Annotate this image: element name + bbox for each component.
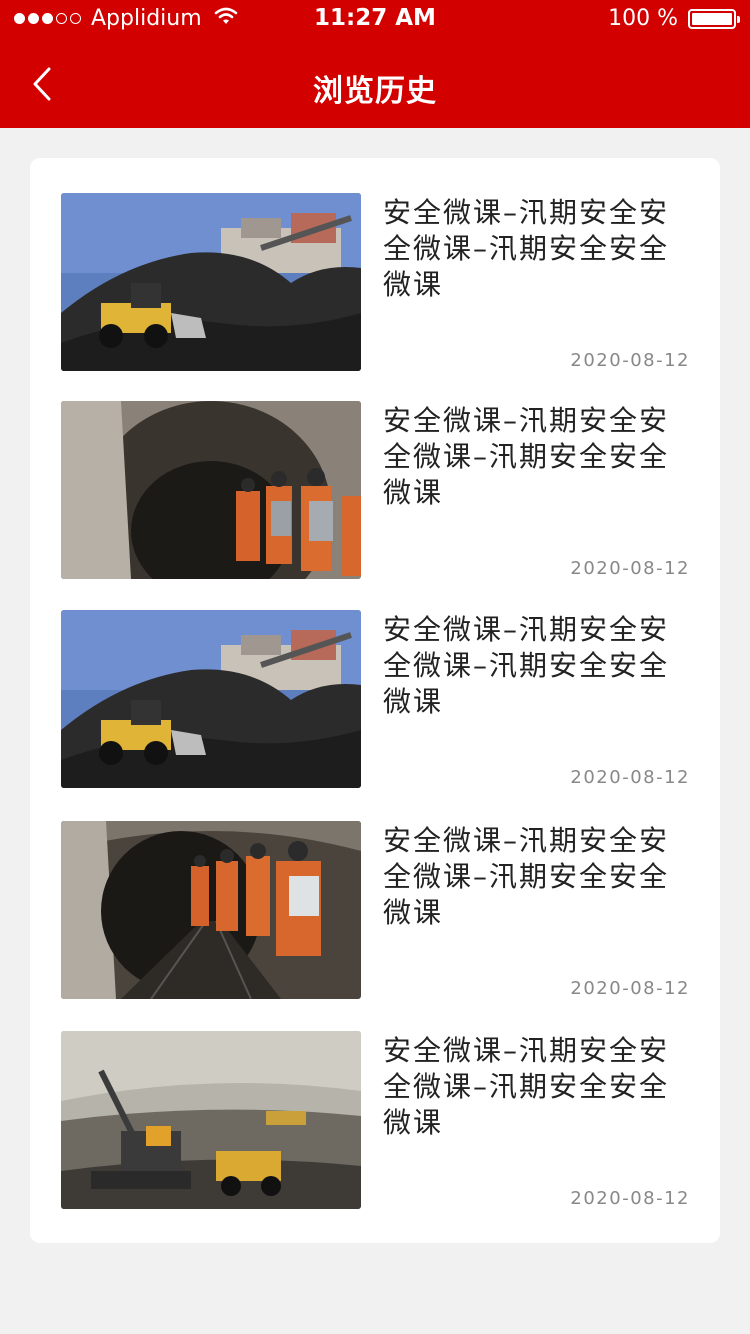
item-date: 2020-08-12 <box>570 978 690 999</box>
history-item[interactable]: 安全微课–汛期安全安全微课–汛期安全安全微课 2020-08-12 <box>61 821 691 999</box>
history-list: 安全微课–汛期安全安全微课–汛期安全安全微课 2020-08-12 安全微课–汛… <box>30 158 720 1243</box>
status-bar: Applidium 11:27 AM 100 % <box>0 0 750 40</box>
item-title: 安全微课–汛期安全安全微课–汛期安全安全微课 <box>383 1034 670 1139</box>
item-title: 安全微课–汛期安全安全微课–汛期安全安全微课 <box>383 824 670 929</box>
item-date: 2020-08-12 <box>570 558 690 579</box>
history-item[interactable]: 安全微课–汛期安全安全微课–汛期安全安全微课 2020-08-12 <box>61 401 691 579</box>
battery-status: 100 % <box>608 6 740 31</box>
battery-icon <box>688 8 740 29</box>
item-date: 2020-08-12 <box>570 350 690 371</box>
page-title: 浏览历史 <box>313 74 437 109</box>
history-item[interactable]: 安全微课–汛期安全安全微课–汛期安全安全微课 2020-08-12 <box>61 193 691 371</box>
miners-track-thumbnail <box>61 821 361 999</box>
history-item[interactable]: 安全微课–汛期安全安全微课–汛期安全安全微课 2020-08-12 <box>61 610 691 788</box>
history-item[interactable]: 安全微课–汛期安全安全微课–汛期安全安全微课 2020-08-12 <box>61 1031 691 1209</box>
item-title: 安全微课–汛期安全安全微课–汛期安全安全微课 <box>383 613 670 718</box>
app-header: Applidium 11:27 AM 100 % 浏览历史 <box>0 0 750 128</box>
open-pit-excavator-thumbnail <box>61 1031 361 1209</box>
item-date: 2020-08-12 <box>570 1188 690 1209</box>
coal-loader-thumbnail <box>61 610 361 788</box>
nav-bar: 浏览历史 <box>0 40 750 128</box>
coal-loader-thumbnail <box>61 193 361 371</box>
miners-tunnel-thumbnail <box>61 401 361 579</box>
item-title: 安全微课–汛期安全安全微课–汛期安全安全微课 <box>383 404 670 509</box>
item-title: 安全微课–汛期安全安全微课–汛期安全安全微课 <box>383 196 670 301</box>
battery-percent: 100 % <box>608 6 678 31</box>
item-date: 2020-08-12 <box>570 767 690 788</box>
